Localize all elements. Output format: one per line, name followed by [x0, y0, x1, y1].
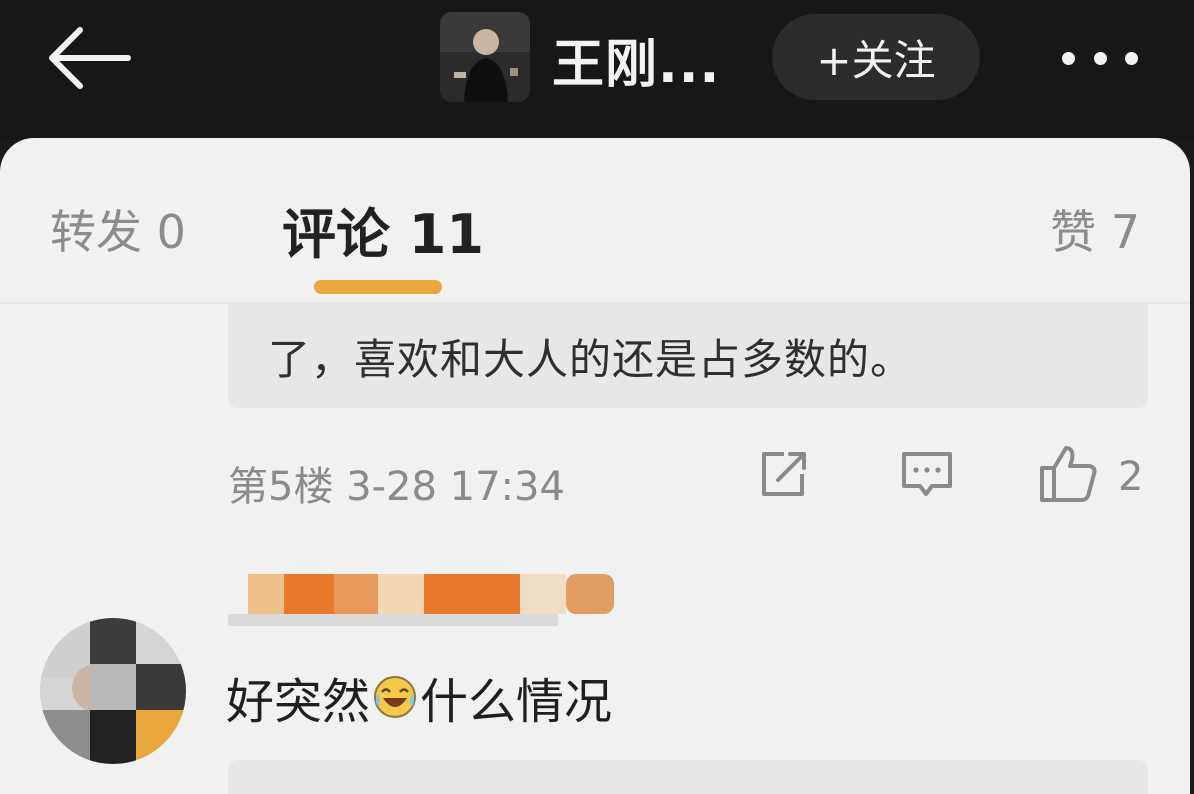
- commenter-name-redacted[interactable]: [228, 570, 618, 632]
- quoted-reply-box[interactable]: 了，喜欢和大人的还是占多数的。: [228, 304, 1148, 408]
- page-title: 王刚...: [552, 35, 721, 95]
- like-count: 2: [1118, 454, 1144, 500]
- more-dot-icon: [1125, 51, 1138, 65]
- back-button[interactable]: [44, 22, 134, 94]
- comment-meta: 第5楼 3-28 17:34: [228, 464, 565, 510]
- tab-repost[interactable]: 转发 0: [50, 196, 186, 262]
- share-icon: [762, 452, 806, 496]
- top-bar: 王刚... +关注: [0, 0, 1194, 140]
- back-arrow-icon: [49, 27, 131, 89]
- redacted-name-icon: [228, 574, 614, 626]
- person-photo-icon: [440, 12, 530, 102]
- share-button[interactable]: [756, 448, 810, 502]
- reply-button[interactable]: [900, 448, 954, 502]
- tab-comment[interactable]: 评论 11: [282, 190, 484, 269]
- profile-avatar[interactable]: [440, 12, 530, 102]
- comment-text: 好突然 什么情况: [226, 662, 612, 732]
- active-tab-indicator: [314, 280, 442, 294]
- more-dot-icon: [1062, 51, 1075, 65]
- more-options-button[interactable]: [1052, 34, 1148, 82]
- more-dot-icon: [1093, 51, 1107, 65]
- laughing-crying-emoji-icon: [374, 676, 417, 718]
- follow-button[interactable]: +关注: [772, 14, 980, 100]
- comment-text-part: 什么情况: [420, 674, 613, 730]
- thumbs-up-icon: [1040, 446, 1097, 502]
- comment-icon: [902, 452, 952, 496]
- comments-sheet: 转发 0 评论 11 赞 7 了，喜欢和大人的还是占多数的。 第5楼 3-28 …: [0, 138, 1190, 794]
- pixelated-avatar-icon: [40, 618, 186, 764]
- like-button[interactable]: [1038, 442, 1100, 504]
- commenter-avatar[interactable]: [40, 618, 186, 764]
- nested-reply-box[interactable]: [228, 760, 1148, 794]
- comment-text-part: 好突然: [226, 674, 371, 730]
- quoted-reply-text: 了，喜欢和大人的还是占多数的。: [268, 335, 914, 384]
- tab-like[interactable]: 赞 7: [1050, 196, 1140, 262]
